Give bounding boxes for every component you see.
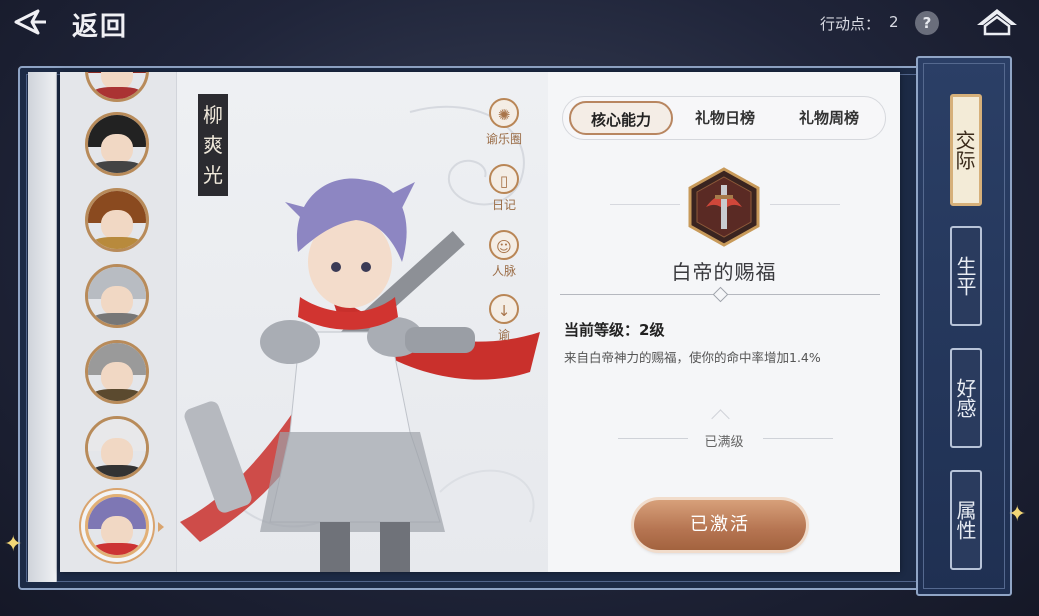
- skill-deco-left: [610, 204, 680, 205]
- hero-portrait-white-hair[interactable]: [85, 416, 149, 480]
- relations-button[interactable]: ☺ 人脉: [480, 230, 528, 279]
- download-tool-label: 谕: [497, 328, 510, 342]
- yule-circle-label: 谕乐圈: [485, 132, 522, 146]
- skill-deco-right: [770, 204, 840, 205]
- hero-portrait-red-hair[interactable]: [85, 72, 149, 102]
- hero-portrait-brown-hair[interactable]: [85, 188, 149, 252]
- nav-attributes[interactable]: 属性: [950, 470, 982, 570]
- tab-gift-daily[interactable]: 礼物日榜: [673, 101, 777, 135]
- character-portrait-list[interactable]: [60, 72, 177, 572]
- divider-diamond-icon: [712, 286, 729, 303]
- left-page: 柳爽光 ✺ 谕乐圈 ▯ 日记 ☺ 人脉 ↓ 谕: [60, 72, 548, 572]
- help-icon[interactable]: ?: [915, 11, 939, 35]
- diary-icon: ▯: [489, 164, 519, 194]
- hero-portrait-black-hair[interactable]: [85, 112, 149, 176]
- book-pages: 柳爽光 ✺ 谕乐圈 ▯ 日记 ☺ 人脉 ↓ 谕 核心能力 礼物日榜 礼物周榜 白…: [60, 72, 900, 572]
- diary-label: 日记: [491, 198, 516, 212]
- hero-portrait-silver-hair[interactable]: [85, 264, 149, 328]
- nav-biography[interactable]: 生平: [950, 226, 982, 326]
- selected-indicator: [158, 522, 164, 532]
- download-icon: ↓: [489, 294, 519, 324]
- diary-button[interactable]: ▯ 日记: [480, 164, 528, 213]
- butterfly-icon: ✦: [1008, 502, 1027, 527]
- nav-social[interactable]: 交际: [950, 94, 982, 206]
- skill-level: 当前等级：2级: [564, 321, 665, 339]
- max-level-ornament: [711, 409, 730, 428]
- nav-social-label: 交际: [952, 130, 976, 170]
- nav-affection-label: 好感: [953, 378, 977, 418]
- top-bar: 返回 行动点： 2 ?: [0, 0, 1039, 50]
- back-arrow-icon[interactable]: [12, 8, 48, 36]
- skill-description: 来自白帝神力的赐福，使你的命中率增加1.4%: [564, 350, 821, 365]
- tab-gift-weekly[interactable]: 礼物周榜: [777, 101, 881, 135]
- activated-button[interactable]: 已激活: [634, 500, 806, 550]
- sword-emblem-icon: [688, 167, 760, 247]
- nav-attributes-label: 属性: [953, 500, 977, 540]
- nav-biography-label: 生平: [953, 256, 977, 296]
- download-tool-button[interactable]: ↓ 谕: [480, 294, 528, 343]
- people-icon: ☺: [489, 230, 519, 260]
- page-edges: [28, 72, 57, 582]
- tab-bar: 核心能力 礼物日榜 礼物周榜: [562, 96, 886, 140]
- back-button-label[interactable]: 返回: [72, 6, 128, 43]
- nav-affection[interactable]: 好感: [950, 348, 982, 448]
- yule-circle-button[interactable]: ✺ 谕乐圈: [480, 98, 528, 147]
- right-page: 核心能力 礼物日榜 礼物周榜 白帝的赐福 当前等级：2级 来自白帝神力的赐福，使…: [548, 72, 900, 572]
- relations-label: 人脉: [491, 264, 516, 278]
- circle-swirl-icon: ✺: [489, 98, 519, 128]
- action-points-value: 2: [889, 13, 899, 31]
- hero-portrait-elder-beard[interactable]: [85, 340, 149, 404]
- tab-core-ability[interactable]: 核心能力: [569, 101, 673, 135]
- hero-portrait-purple-hair[interactable]: [85, 494, 149, 558]
- max-level-label: 已满级: [704, 435, 744, 450]
- skill-name: 白帝的赐福: [671, 260, 777, 284]
- right-side-nav: 交际 生平 好感 属性: [916, 56, 1012, 596]
- home-icon[interactable]: [975, 6, 1019, 36]
- action-points-label: 行动点：: [820, 15, 881, 33]
- butterfly-icon: ✦: [4, 532, 23, 557]
